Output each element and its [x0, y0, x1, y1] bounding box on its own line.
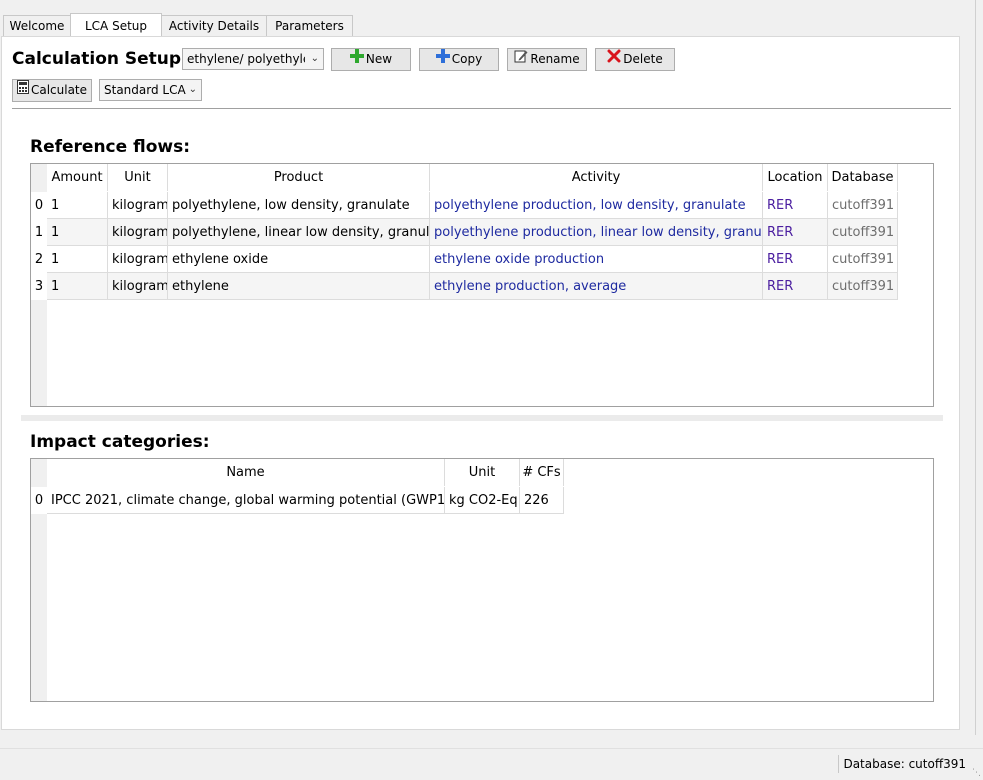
rename-button-label: Rename [530, 52, 580, 66]
tab-welcome[interactable]: Welcome [3, 15, 71, 36]
cell-location[interactable]: RER [763, 273, 828, 300]
lca-setup-panel: Calculation Setup: ethylene/ polyethylen… [1, 36, 960, 730]
cell-amount[interactable]: 1 [47, 219, 108, 246]
calculate-button[interactable]: Calculate [12, 79, 92, 102]
column-header-name[interactable]: Name [47, 459, 445, 486]
column-header-database[interactable]: Database [828, 164, 898, 191]
status-bar: Database: cutoff391 ⋱ [0, 748, 983, 780]
new-button-label: New [365, 52, 393, 66]
lca-type-select[interactable]: Standard LCA ⌄ [99, 79, 202, 101]
toolbar-divider [12, 108, 951, 109]
cell-activity[interactable]: ethylene production, average [430, 273, 763, 300]
cell-location[interactable]: RER [763, 246, 828, 273]
calculation-setup-title: Calculation Setup: [12, 49, 188, 69]
column-header-product[interactable]: Product [168, 164, 430, 191]
cell-unit[interactable]: kilogram [108, 219, 168, 246]
column-header-amount[interactable]: Amount [47, 164, 108, 191]
calculation-setup-select[interactable]: ethylene/ polyethylene ⌄ [182, 48, 324, 70]
cell-location[interactable]: RER [763, 192, 828, 219]
cell-name[interactable]: IPCC 2021, climate change, global warmin… [47, 487, 445, 514]
resize-grip-icon[interactable]: ⋱ [972, 768, 981, 778]
impact-categories-title: Impact categories: [30, 432, 210, 452]
cell-activity[interactable]: polyethylene production, low density, gr… [430, 192, 763, 219]
splitter-handle[interactable] [21, 415, 943, 421]
lca-type-value: Standard LCA [104, 83, 186, 97]
calculator-icon [16, 80, 29, 101]
cell-product[interactable]: polyethylene, low density, granulate [168, 192, 430, 219]
cell-amount[interactable]: 1 [47, 246, 108, 273]
x-icon [607, 49, 621, 70]
row-index[interactable]: 0 [31, 487, 47, 514]
delete-button[interactable]: Delete [595, 48, 675, 71]
row-index[interactable]: 3 [31, 273, 47, 300]
edit-icon [514, 49, 528, 70]
column-header-unit[interactable]: Unit [445, 459, 520, 486]
row-index[interactable]: 2 [31, 246, 47, 273]
chevron-down-icon: ⌄ [188, 84, 197, 95]
delete-button-label: Delete [623, 52, 663, 66]
rename-button[interactable]: Rename [507, 48, 587, 71]
column-header-cfs[interactable]: # CFs [520, 459, 564, 486]
cell-amount[interactable]: 1 [47, 192, 108, 219]
tab-parameters[interactable]: Parameters [266, 15, 353, 36]
calculation-setup-value: ethylene/ polyethylene [187, 52, 305, 66]
calculate-button-label: Calculate [30, 83, 88, 97]
copy-button[interactable]: Copy [419, 48, 499, 71]
new-button[interactable]: New [331, 48, 411, 71]
window-edge [975, 0, 976, 735]
row-index[interactable]: 0 [31, 192, 47, 219]
plus-icon [349, 49, 364, 70]
cell-amount[interactable]: 1 [47, 273, 108, 300]
row-index[interactable]: 1 [31, 219, 47, 246]
cell-database[interactable]: cutoff391 [828, 219, 898, 246]
reference-flows-title: Reference flows: [30, 137, 190, 157]
column-header-location[interactable]: Location [763, 164, 828, 191]
cell-database[interactable]: cutoff391 [828, 192, 898, 219]
column-header-unit[interactable]: Unit [108, 164, 168, 191]
reference-flows-table[interactable]: ⌄ Amount Unit Product Activity Location … [30, 163, 934, 407]
cell-location[interactable]: RER [763, 219, 828, 246]
cell-activity[interactable]: polyethylene production, linear low dens… [430, 219, 763, 246]
tab-activity-details[interactable]: Activity Details [161, 15, 267, 36]
impact-categories-table[interactable]: ⌄ Name Unit # CFs 0 IPCC 2021, climate c… [30, 458, 934, 702]
cell-activity[interactable]: ethylene oxide production [430, 246, 763, 273]
cell-product[interactable]: polyethylene, linear low density, granul… [168, 219, 430, 246]
chevron-down-icon: ⌄ [310, 53, 319, 64]
column-header-activity[interactable]: Activity [430, 164, 763, 191]
plus-icon [435, 49, 450, 70]
cell-product[interactable]: ethylene [168, 273, 430, 300]
cell-database[interactable]: cutoff391 [828, 273, 898, 300]
status-database: Database: cutoff391 [838, 755, 966, 773]
cell-cfs[interactable]: 226 [520, 487, 564, 514]
cell-unit[interactable]: kilogram [108, 246, 168, 273]
tab-lca-setup[interactable]: LCA Setup [70, 13, 162, 36]
cell-database[interactable]: cutoff391 [828, 246, 898, 273]
cell-unit[interactable]: kilogram [108, 192, 168, 219]
cell-unit[interactable]: kg CO2-Eq [445, 487, 520, 514]
cell-product[interactable]: ethylene oxide [168, 246, 430, 273]
cell-unit[interactable]: kilogram [108, 273, 168, 300]
copy-button-label: Copy [451, 52, 483, 66]
